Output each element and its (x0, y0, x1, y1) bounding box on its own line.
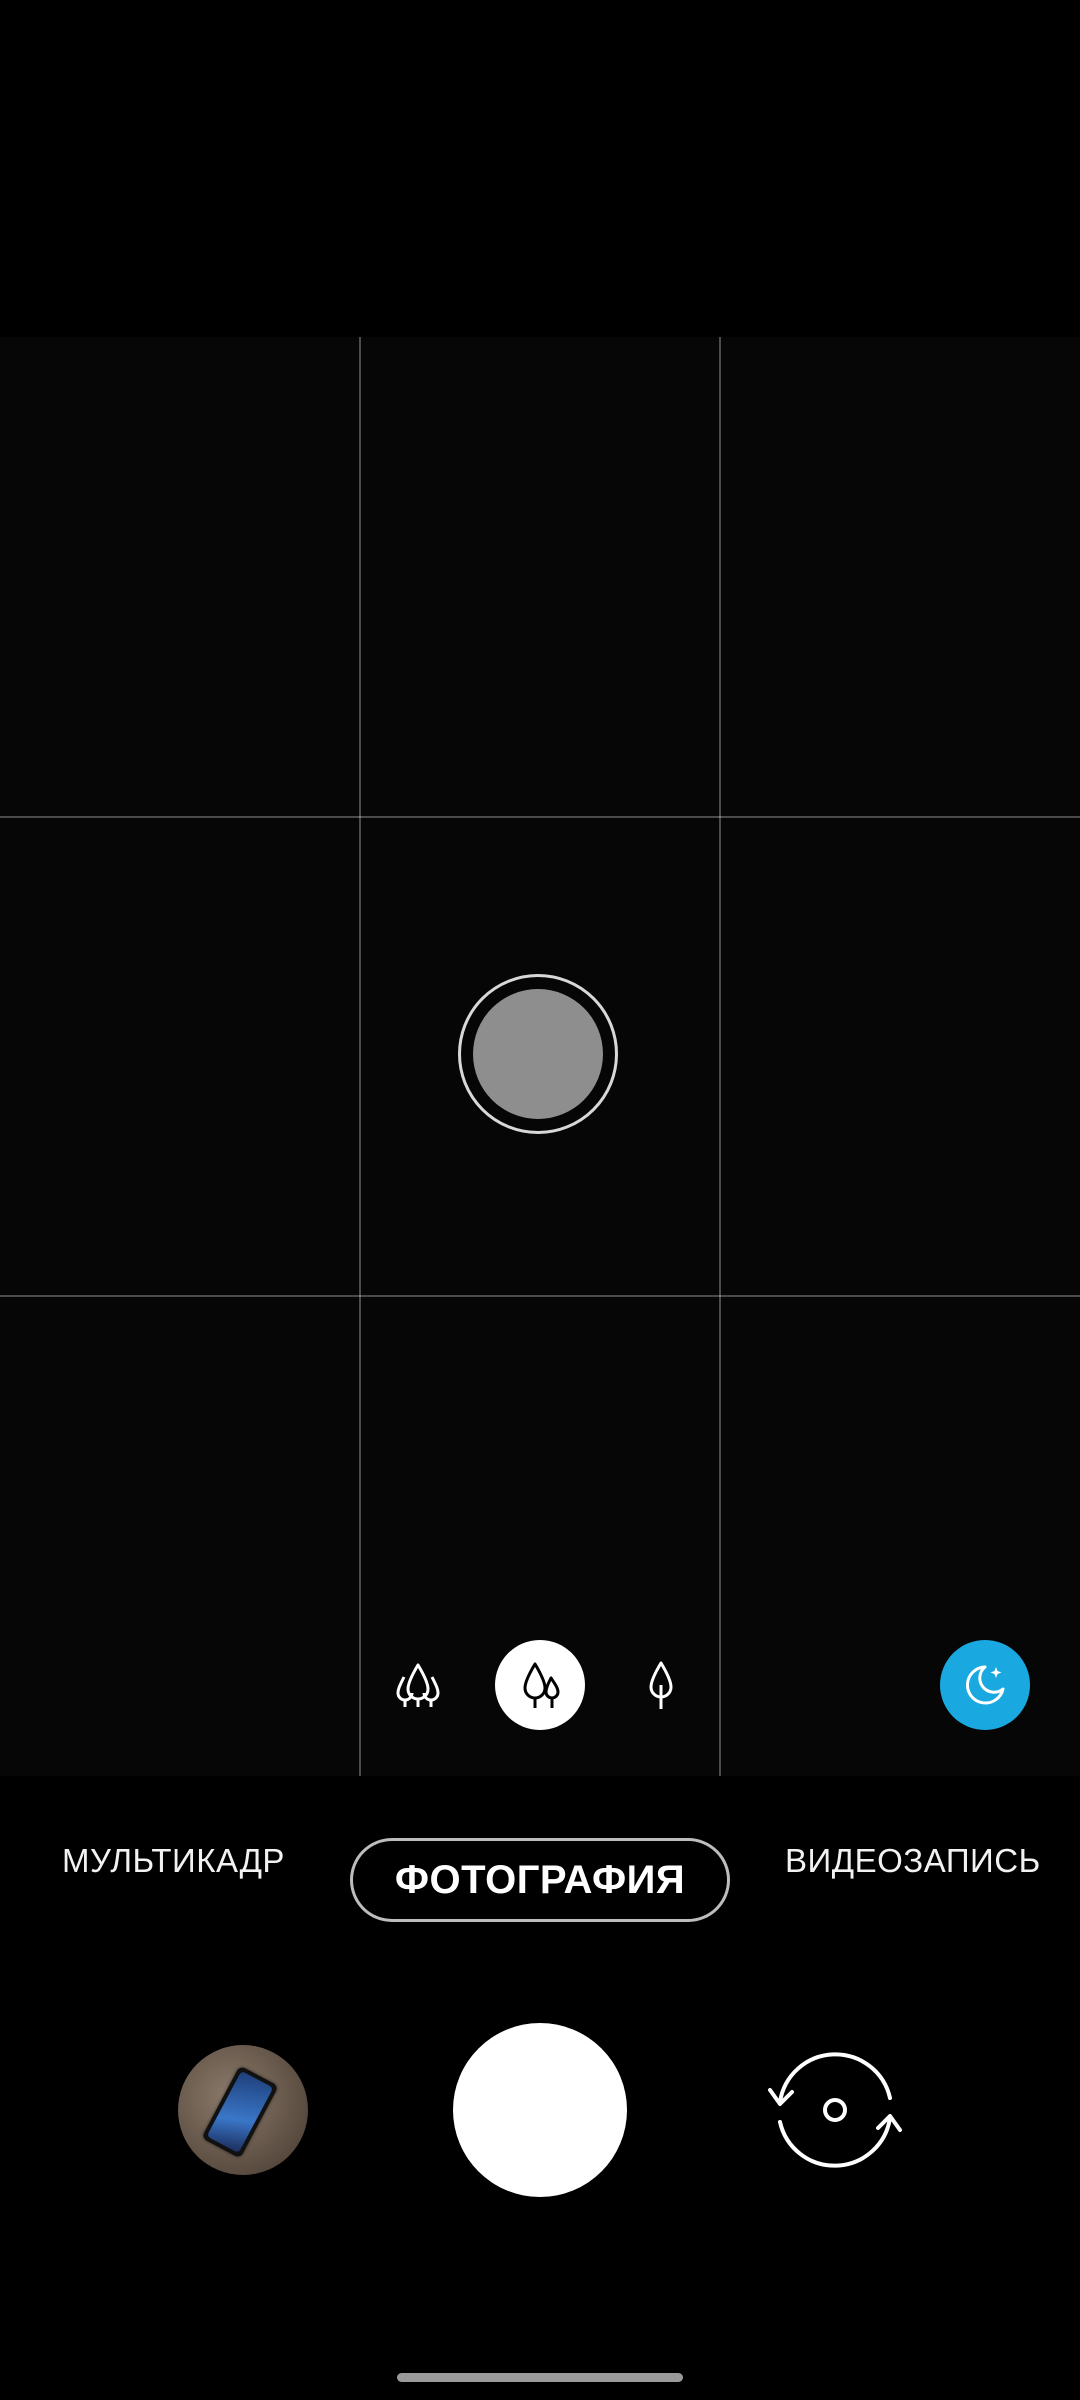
mode-photo-pill[interactable]: ФОТОГРАФИЯ (350, 1838, 730, 1922)
grid-line-horizontal-1 (0, 816, 1080, 818)
zoom-wide-button[interactable] (373, 1640, 463, 1730)
night-mode-button[interactable] (940, 1640, 1030, 1730)
telephoto-tree-icon (649, 1661, 673, 1709)
switch-camera-button[interactable] (760, 2040, 910, 2180)
focus-indicator (458, 974, 618, 1134)
focus-dot (473, 989, 603, 1119)
moon-stars-icon (965, 1665, 1005, 1705)
gallery-thumbnail[interactable] (178, 2045, 308, 2175)
zoom-tele-button[interactable] (616, 1640, 706, 1730)
thumbnail-phone-image (201, 2065, 279, 2159)
standard-trees-icon (523, 1662, 560, 1708)
grid-line-horizontal-2 (0, 1295, 1080, 1297)
grid-line-vertical-2 (719, 337, 721, 1776)
home-indicator[interactable] (397, 2373, 683, 2382)
mode-photo-label: ФОТОГРАФИЯ (394, 1857, 686, 1902)
mode-video[interactable]: ВИДЕОЗАПИСЬ (785, 1842, 1041, 1880)
zoom-standard-button[interactable] (495, 1640, 585, 1730)
viewfinder[interactable] (0, 337, 1080, 1776)
grid-line-vertical-1 (359, 337, 361, 1776)
shutter-button[interactable] (453, 2023, 627, 2197)
switch-camera-icon (768, 2052, 902, 2168)
wide-angle-trees-icon (396, 1663, 440, 1707)
mode-multiframe[interactable]: МУЛЬТИКАДР (62, 1842, 285, 1880)
